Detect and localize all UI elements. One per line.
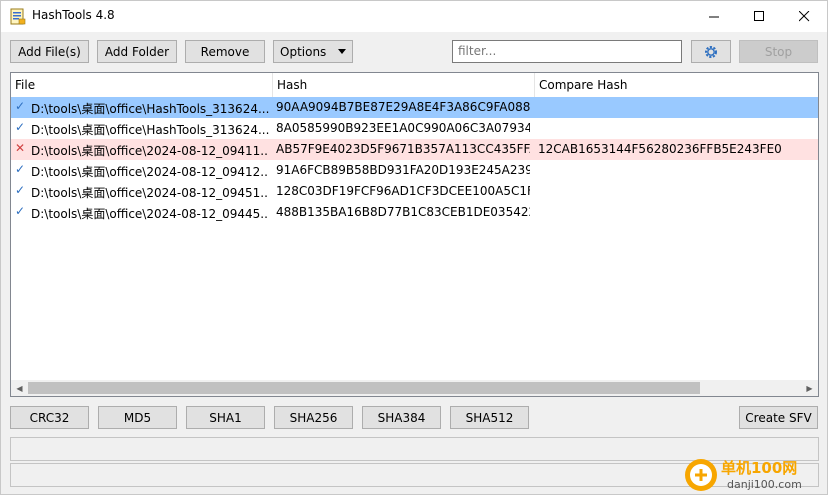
sha256-button[interactable]: SHA256 bbox=[274, 406, 353, 429]
app-icon bbox=[10, 8, 26, 25]
filter-field[interactable] bbox=[452, 40, 682, 63]
add-folder-button[interactable]: Add Folder bbox=[97, 40, 177, 63]
crc32-button[interactable]: CRC32 bbox=[10, 406, 89, 429]
column-header-hash[interactable]: Hash bbox=[273, 73, 535, 97]
close-button[interactable] bbox=[781, 1, 827, 32]
table-row[interactable]: ✓ D:\tools\桌面\office\2024-08-12_09412...… bbox=[11, 160, 818, 181]
app-window: HashTools 4.8 Add File(s) Add Folder Rem… bbox=[0, 0, 828, 495]
horizontal-scrollbar[interactable]: ◀ ▶ bbox=[11, 380, 818, 396]
md5-button[interactable]: MD5 bbox=[98, 406, 177, 429]
stop-button[interactable]: Stop bbox=[739, 40, 818, 63]
minimize-icon bbox=[708, 16, 719, 18]
table-row[interactable]: ✓ D:\tools\桌面\office\2024-08-12_09451...… bbox=[11, 181, 818, 202]
check-icon: ✓ bbox=[15, 120, 26, 134]
file-path: D:\tools\桌面\office\2024-08-12_09445... bbox=[31, 207, 269, 221]
minimize-button[interactable] bbox=[691, 1, 737, 32]
filter-input[interactable] bbox=[458, 44, 676, 58]
check-icon: ✓ bbox=[15, 162, 26, 176]
scrollbar-thumb[interactable] bbox=[28, 382, 700, 394]
maximize-button[interactable] bbox=[736, 1, 782, 32]
cross-icon: ✕ bbox=[15, 141, 26, 155]
watermark-brand: 单机100网 bbox=[721, 459, 798, 477]
create-sfv-button[interactable]: Create SFV bbox=[739, 406, 818, 429]
hash-value: 90AA9094B7BE87E29A8E4F3A86C9FA088... bbox=[276, 100, 530, 114]
check-icon: ✓ bbox=[15, 99, 26, 113]
column-header-file[interactable]: File bbox=[11, 73, 273, 97]
compare-hash-value: 12CAB1653144F56280236FFB5E243FE0 bbox=[538, 142, 782, 156]
table-row[interactable]: ✓ D:\tools\桌面\office\HashTools_313624...… bbox=[11, 97, 818, 118]
scroll-right-icon[interactable]: ▶ bbox=[801, 380, 818, 396]
hash-value: 488B135BA16B8D77B1C83CEB1DE035422... bbox=[276, 205, 530, 219]
column-header-compare-hash[interactable]: Compare Hash bbox=[535, 73, 818, 97]
close-icon bbox=[798, 11, 809, 22]
file-path: D:\tools\桌面\office\2024-08-12_09412... bbox=[31, 165, 269, 179]
hash-value: AB57F9E4023D5F9671B357A113CC435FFA... bbox=[276, 142, 530, 156]
file-path: D:\tools\桌面\office\HashTools_313624... bbox=[31, 102, 269, 116]
check-icon: ✓ bbox=[15, 204, 26, 218]
file-path: D:\tools\桌面\office\2024-08-12_09451... bbox=[31, 186, 269, 200]
file-path: D:\tools\桌面\office\2024-08-12_09411... bbox=[31, 144, 269, 158]
file-list[interactable]: File Hash Compare Hash ✓ D:\tools\桌面\off… bbox=[10, 72, 819, 397]
watermark-logo: 单机100网 danji100.com bbox=[681, 454, 828, 495]
chevron-down-icon bbox=[338, 49, 346, 54]
hash-value: 8A0585990B923EE1A0C990A06C3A07934... bbox=[276, 121, 530, 135]
sha384-button[interactable]: SHA384 bbox=[362, 406, 441, 429]
sha512-button[interactable]: SHA512 bbox=[450, 406, 529, 429]
table-row[interactable]: ✕ D:\tools\桌面\office\2024-08-12_09411...… bbox=[11, 139, 818, 160]
gear-icon bbox=[705, 45, 717, 58]
file-path: D:\tools\桌面\office\HashTools_313624... bbox=[31, 123, 269, 137]
title-bar: HashTools 4.8 bbox=[1, 1, 827, 32]
table-row[interactable]: ✓ D:\tools\桌面\office\HashTools_313624...… bbox=[11, 118, 818, 139]
remove-button[interactable]: Remove bbox=[185, 40, 265, 63]
table-row[interactable]: ✓ D:\tools\桌面\office\2024-08-12_09445...… bbox=[11, 202, 818, 223]
check-icon: ✓ bbox=[15, 183, 26, 197]
settings-button[interactable] bbox=[691, 40, 731, 63]
hash-value: 128C03DF19FCF96AD1CF3DCEE100A5C1F... bbox=[276, 184, 530, 198]
sha1-button[interactable]: SHA1 bbox=[186, 406, 265, 429]
options-dropdown[interactable]: Options bbox=[273, 40, 353, 63]
watermark-url: danji100.com bbox=[727, 478, 802, 491]
maximize-icon bbox=[753, 11, 764, 21]
hash-value: 91A6FCB89B58BD931FA20D193E245A239... bbox=[276, 163, 530, 177]
scroll-left-icon[interactable]: ◀ bbox=[11, 380, 28, 396]
window-title: HashTools 4.8 bbox=[32, 8, 115, 22]
add-files-button[interactable]: Add File(s) bbox=[10, 40, 89, 63]
options-label: Options bbox=[280, 44, 327, 59]
